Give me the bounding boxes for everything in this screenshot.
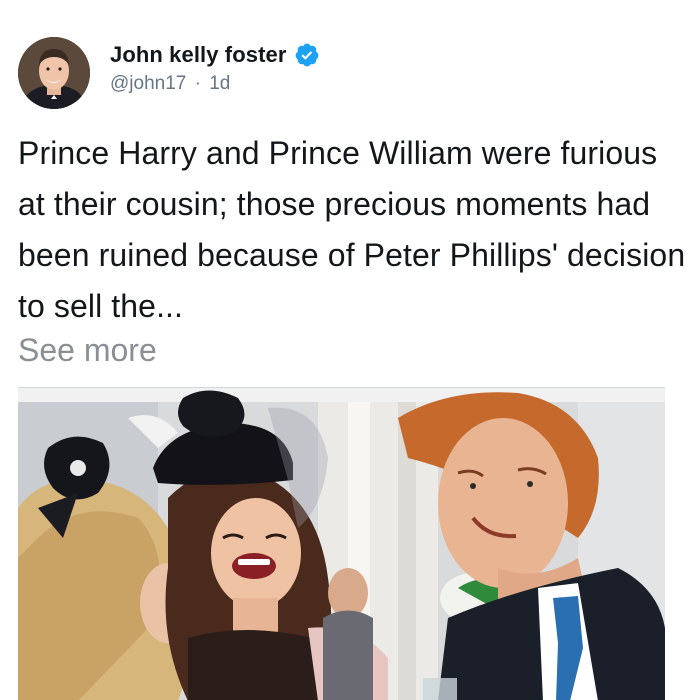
post-image[interactable] xyxy=(18,387,665,700)
name-row: John kelly foster xyxy=(110,40,320,70)
author-avatar[interactable] xyxy=(18,37,90,109)
post-text: Prince Harry and Prince William were fur… xyxy=(18,135,686,324)
author-meta: John kelly foster @john17 · 1d xyxy=(110,40,320,95)
post-timestamp[interactable]: 1d xyxy=(209,73,230,94)
author-handle[interactable]: @john17 xyxy=(110,73,186,94)
author-subline: @john17 · 1d xyxy=(110,73,320,95)
author-name[interactable]: John kelly foster xyxy=(110,42,287,68)
avatar-image xyxy=(18,37,90,109)
post-header: John kelly foster @john17 · 1d xyxy=(18,37,320,111)
post-card: John kelly foster @john17 · 1d Prince Ha… xyxy=(0,0,700,700)
see-more-link[interactable]: See more xyxy=(18,328,157,372)
verified-badge-icon xyxy=(294,42,320,68)
meta-separator: · xyxy=(194,73,201,94)
photo-illustration xyxy=(18,388,665,700)
